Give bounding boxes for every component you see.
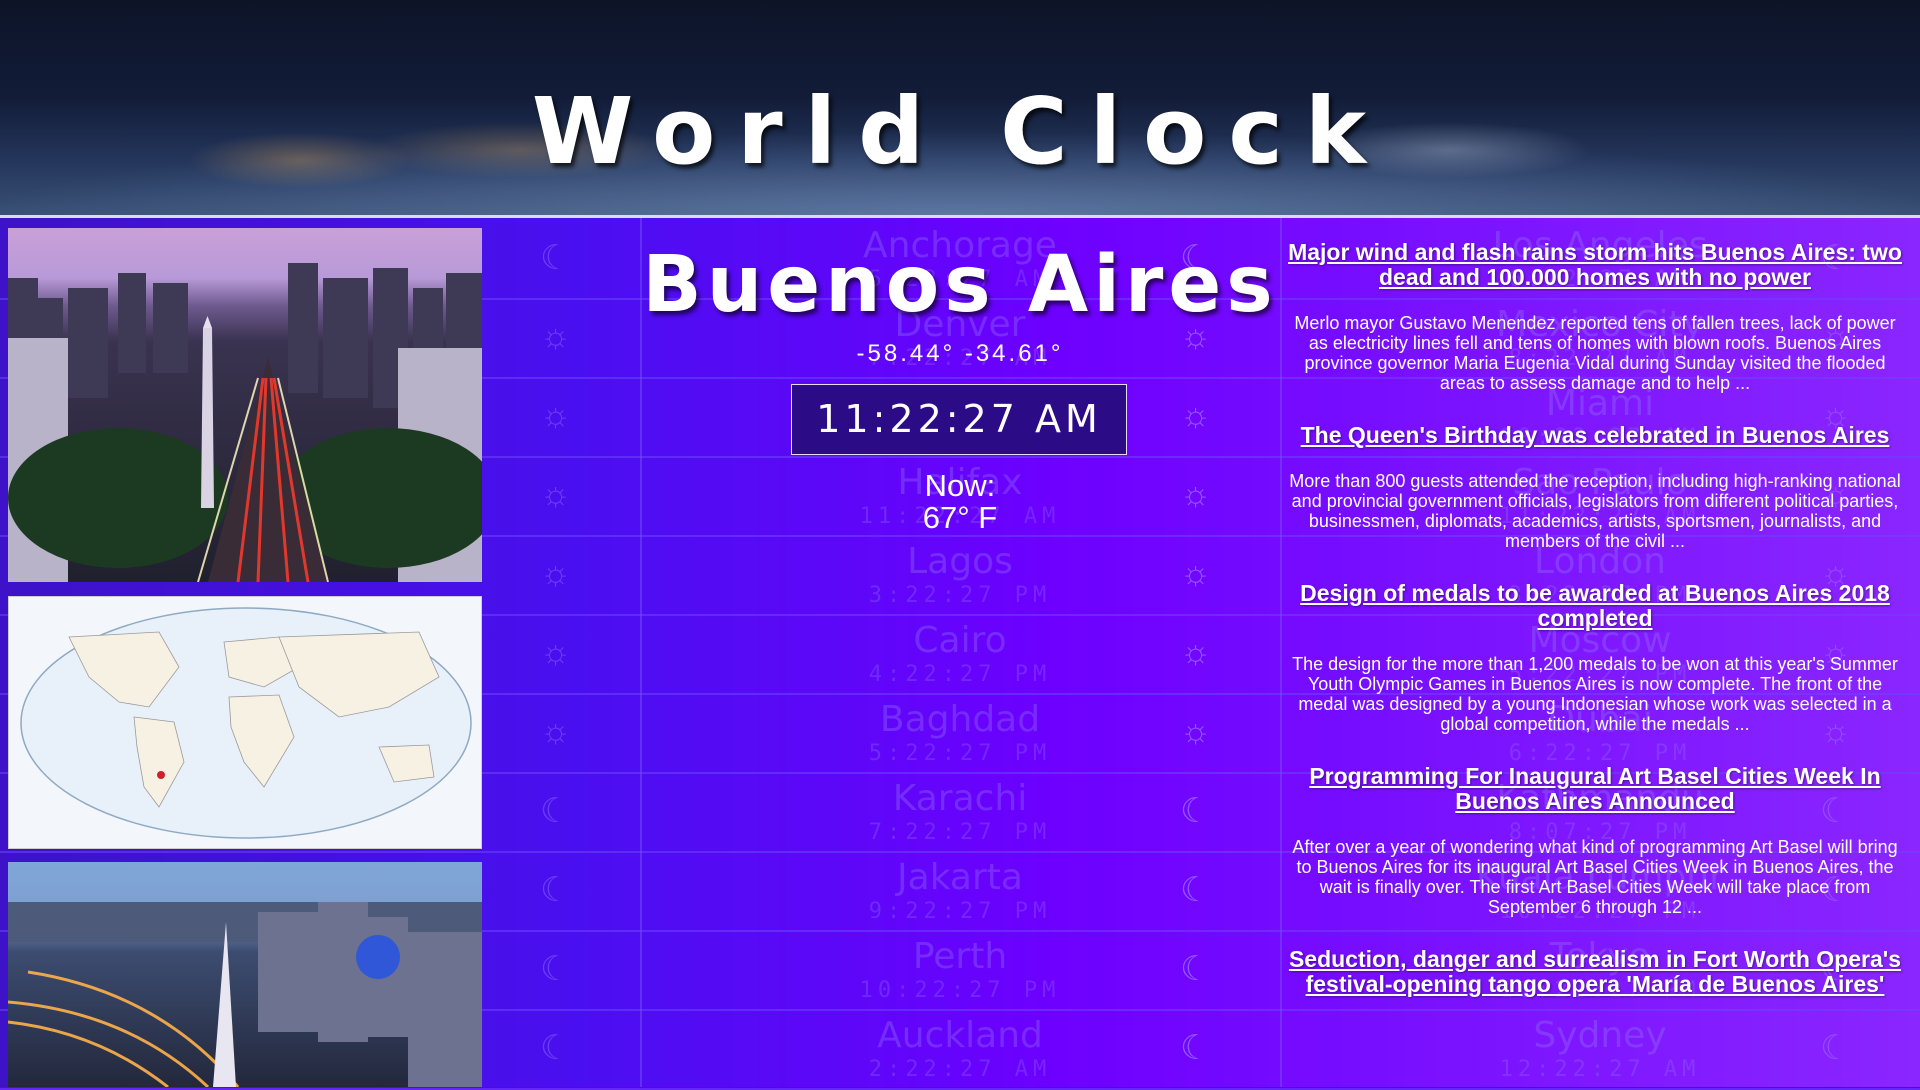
moon-icon: ☾ bbox=[1820, 1029, 1851, 1067]
moon-icon: ☾ bbox=[1180, 1029, 1211, 1067]
news-summary: After over a year of wondering what kind… bbox=[1292, 837, 1898, 917]
moon-icon: ☾ bbox=[1180, 871, 1211, 909]
weather-now-label: Now: bbox=[924, 468, 996, 503]
news-item: The Queen's Birthday was celebrated in B… bbox=[1280, 423, 1910, 552]
news-item: Design of medals to be awarded at Buenos… bbox=[1280, 581, 1910, 735]
moon-icon: ☾ bbox=[1180, 950, 1211, 988]
moon-icon: ☾ bbox=[540, 1029, 571, 1067]
sun-icon: ☼ bbox=[540, 712, 572, 750]
sun-icon: ☼ bbox=[540, 317, 572, 355]
app-title: World Clock bbox=[531, 78, 1389, 185]
city-coordinates: -58.44° -34.61° bbox=[856, 340, 1064, 367]
news-headline-link[interactable]: Seduction, danger and surrealism in Fort… bbox=[1280, 947, 1910, 997]
sun-icon: ☼ bbox=[1180, 633, 1212, 671]
moon-icon: ☾ bbox=[540, 239, 571, 277]
sun-icon: ☼ bbox=[1180, 396, 1212, 434]
news-headline-link[interactable]: The Queen's Birthday was celebrated in B… bbox=[1280, 423, 1910, 448]
sun-icon: ☼ bbox=[540, 475, 572, 513]
city-name: Buenos Aires bbox=[642, 240, 1278, 330]
news-item: Seduction, danger and surrealism in Fort… bbox=[1280, 947, 1910, 997]
city-photo-obelisk-night bbox=[8, 862, 482, 1087]
news-item: Programming For Inaugural Art Basel Citi… bbox=[1280, 764, 1910, 918]
news-headline-link[interactable]: Programming For Inaugural Art Basel Citi… bbox=[1280, 764, 1910, 814]
news-headline-link[interactable]: Major wind and flash rains storm hits Bu… bbox=[1280, 240, 1910, 290]
weather-temperature: 67° F bbox=[922, 500, 998, 535]
world-map-image bbox=[8, 596, 482, 849]
moon-icon: ☾ bbox=[540, 792, 571, 830]
sun-icon: ☼ bbox=[540, 554, 572, 592]
local-time-clock: 11:22:27 AM bbox=[791, 384, 1127, 455]
news-summary: The design for the more than 1,200 medal… bbox=[1292, 654, 1898, 734]
news-list: Major wind and flash rains storm hits Bu… bbox=[1280, 240, 1910, 1027]
city-photo-obelisk-avenue bbox=[8, 228, 482, 582]
sun-icon: ☼ bbox=[540, 633, 572, 671]
sun-icon: ☼ bbox=[540, 396, 572, 434]
moon-icon: ☾ bbox=[540, 950, 571, 988]
moon-icon: ☾ bbox=[1180, 792, 1211, 830]
news-headline-link[interactable]: Design of medals to be awarded at Buenos… bbox=[1280, 581, 1910, 631]
sun-icon: ☼ bbox=[1180, 554, 1212, 592]
news-item: Major wind and flash rains storm hits Bu… bbox=[1280, 240, 1910, 394]
header-banner: World Clock bbox=[0, 0, 1920, 215]
sun-icon: ☼ bbox=[1180, 712, 1212, 750]
location-dot-icon bbox=[157, 771, 165, 779]
news-summary: Merlo mayor Gustavo Menendez reported te… bbox=[1294, 313, 1896, 393]
moon-icon: ☾ bbox=[540, 871, 571, 909]
news-summary: More than 800 guests attended the recept… bbox=[1289, 471, 1901, 551]
